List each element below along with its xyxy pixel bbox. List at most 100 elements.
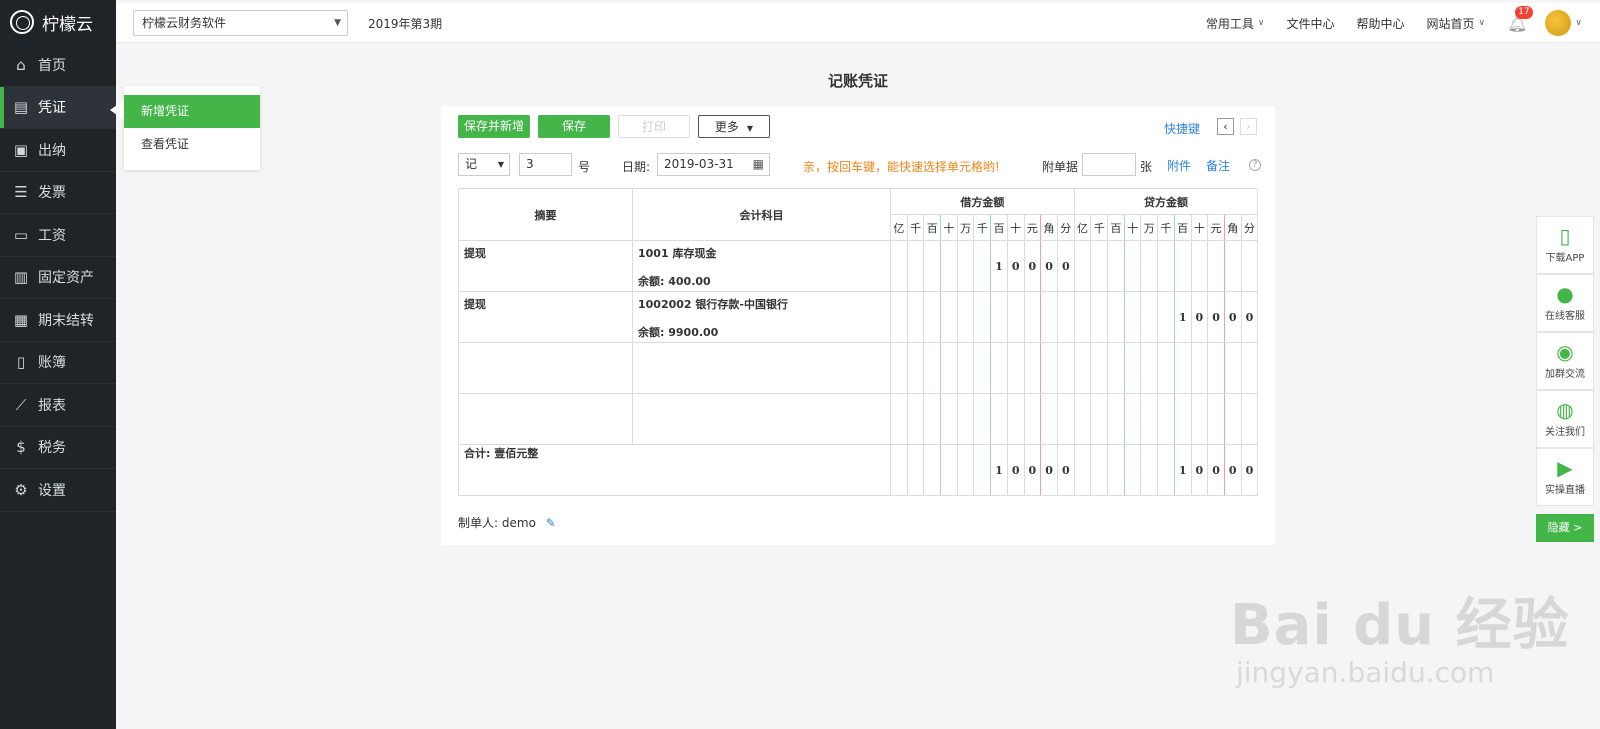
- debit-digit-cell[interactable]: [973, 393, 992, 445]
- sidebar-item-3[interactable]: ☰ 发票: [0, 172, 116, 214]
- credit-digit-cell[interactable]: [1090, 393, 1109, 445]
- credit-digit-cell[interactable]: 0: [1207, 291, 1225, 343]
- credit-digit-cell[interactable]: [1207, 393, 1225, 445]
- credit-digit-cell[interactable]: [1123, 291, 1142, 343]
- account-cell[interactable]: [632, 342, 891, 394]
- debit-digit-cell[interactable]: [1006, 291, 1025, 343]
- debit-digit-cell[interactable]: [890, 291, 908, 343]
- side-panel-item[interactable]: ▯ 下载APP: [1536, 216, 1594, 274]
- credit-digit-cell[interactable]: [1140, 240, 1159, 292]
- save-and-new-button[interactable]: 保存并新增: [458, 115, 530, 138]
- summary-cell[interactable]: 提现: [458, 240, 633, 292]
- debit-digit-cell[interactable]: [1023, 393, 1042, 445]
- debit-digit-cell[interactable]: [890, 240, 908, 292]
- site-home-menu[interactable]: 网站首页 ∨: [1426, 15, 1485, 32]
- side-panel-item[interactable]: ● 在线客服: [1536, 274, 1594, 332]
- debit-digit-cell[interactable]: [956, 342, 975, 394]
- credit-digit-cell[interactable]: [1107, 393, 1125, 445]
- debit-digit-cell[interactable]: [940, 342, 958, 394]
- debit-digit-cell[interactable]: 0: [1040, 240, 1058, 292]
- hide-panel-button[interactable]: 隐藏 >: [1536, 514, 1594, 542]
- submenu-add-voucher[interactable]: 新增凭证: [124, 95, 260, 128]
- credit-digit-cell[interactable]: [1190, 393, 1209, 445]
- debit-digit-cell[interactable]: [906, 291, 925, 343]
- submenu-view-voucher[interactable]: 查看凭证: [124, 128, 260, 161]
- account-cell[interactable]: [632, 393, 891, 445]
- credit-digit-cell[interactable]: [1223, 342, 1242, 394]
- side-panel-item[interactable]: ◉ 加群交流: [1536, 332, 1594, 390]
- credit-digit-cell[interactable]: [1090, 342, 1109, 394]
- credit-digit-cell[interactable]: [1107, 342, 1125, 394]
- credit-digit-cell[interactable]: [1140, 291, 1159, 343]
- next-voucher-button[interactable]: ›: [1240, 118, 1257, 135]
- credit-digit-cell[interactable]: [1157, 342, 1175, 394]
- debit-digit-cell[interactable]: [923, 342, 942, 394]
- credit-digit-cell[interactable]: [1073, 240, 1092, 292]
- company-select[interactable]: 柠檬云财务软件 ▼: [133, 10, 348, 36]
- account-cell[interactable]: 1002002 银行存款-中国银行 余额: 9900.00: [632, 291, 891, 343]
- user-menu[interactable]: ∨: [1545, 10, 1582, 36]
- credit-digit-cell[interactable]: [1190, 342, 1209, 394]
- debit-digit-cell[interactable]: [1023, 291, 1042, 343]
- credit-digit-cell[interactable]: [1157, 291, 1175, 343]
- debit-digit-cell[interactable]: [906, 342, 925, 394]
- sidebar-item-0[interactable]: ⌂ 首页: [0, 44, 116, 87]
- sidebar-item-8[interactable]: ⟋ 报表: [0, 384, 116, 427]
- credit-digit-cell[interactable]: [1123, 342, 1142, 394]
- credit-digit-cell[interactable]: [1223, 240, 1242, 292]
- credit-digit-cell[interactable]: [1240, 393, 1259, 445]
- credit-digit-cell[interactable]: [1123, 393, 1142, 445]
- debit-digit-cell[interactable]: [890, 342, 908, 394]
- credit-digit-cell[interactable]: [1207, 240, 1225, 292]
- credit-digit-cell[interactable]: [1173, 393, 1192, 445]
- credit-digit-cell[interactable]: [1173, 342, 1192, 394]
- credit-digit-cell[interactable]: 0: [1223, 291, 1242, 343]
- debit-digit-cell[interactable]: [906, 240, 925, 292]
- debit-digit-cell[interactable]: [956, 240, 975, 292]
- credit-digit-cell[interactable]: [1140, 342, 1159, 394]
- credit-digit-cell[interactable]: [1240, 342, 1259, 394]
- credit-digit-cell[interactable]: [1223, 393, 1242, 445]
- app-logo[interactable]: 柠檬云: [0, 0, 116, 44]
- voucher-number-input[interactable]: 3: [519, 153, 572, 176]
- debit-digit-cell[interactable]: [1056, 342, 1075, 394]
- summary-cell[interactable]: 提现: [458, 291, 633, 343]
- debit-digit-cell[interactable]: [973, 291, 992, 343]
- print-button[interactable]: 打印: [618, 115, 690, 138]
- sidebar-item-1[interactable]: ▤ 凭证: [0, 86, 116, 129]
- sidebar-item-9[interactable]: $ 税务: [0, 427, 116, 469]
- debit-digit-cell[interactable]: [923, 240, 942, 292]
- credit-digit-cell[interactable]: 0: [1190, 291, 1209, 343]
- debit-digit-cell[interactable]: [990, 291, 1008, 343]
- side-panel-item[interactable]: ▶ 实操直播: [1536, 448, 1594, 506]
- credit-digit-cell[interactable]: [1107, 291, 1125, 343]
- debit-digit-cell[interactable]: [940, 291, 958, 343]
- more-dropdown[interactable]: 更多 ▼: [698, 115, 770, 138]
- debit-digit-cell[interactable]: [973, 342, 992, 394]
- summary-cell[interactable]: [458, 393, 633, 445]
- credit-digit-cell[interactable]: [1107, 240, 1125, 292]
- debit-digit-cell[interactable]: [940, 240, 958, 292]
- shortcut-link[interactable]: 快捷键: [1164, 120, 1200, 137]
- credit-digit-cell[interactable]: [1140, 393, 1159, 445]
- debit-digit-cell[interactable]: [956, 291, 975, 343]
- debit-digit-cell[interactable]: [1040, 291, 1058, 343]
- voucher-word-select[interactable]: 记 ▼: [458, 153, 510, 176]
- debit-digit-cell[interactable]: [940, 393, 958, 445]
- debit-digit-cell[interactable]: [1056, 291, 1075, 343]
- save-button[interactable]: 保存: [538, 115, 610, 138]
- debit-digit-cell[interactable]: [890, 393, 908, 445]
- debit-digit-cell[interactable]: [923, 393, 942, 445]
- debit-digit-cell[interactable]: [1056, 393, 1075, 445]
- credit-digit-cell[interactable]: [1073, 393, 1092, 445]
- credit-digit-cell[interactable]: 1: [1173, 291, 1192, 343]
- sidebar-item-10[interactable]: ⚙ 设置: [0, 469, 116, 512]
- credit-digit-cell[interactable]: [1090, 240, 1109, 292]
- attachment-count-input[interactable]: [1082, 153, 1136, 176]
- debit-digit-cell[interactable]: 0: [1056, 240, 1075, 292]
- date-input[interactable]: 2019-03-31 ▦: [657, 153, 770, 176]
- note-link[interactable]: 备注: [1206, 157, 1230, 174]
- edit-icon[interactable]: ✎: [546, 516, 556, 530]
- credit-digit-cell[interactable]: [1240, 240, 1259, 292]
- help-icon[interactable]: ?: [1249, 159, 1261, 171]
